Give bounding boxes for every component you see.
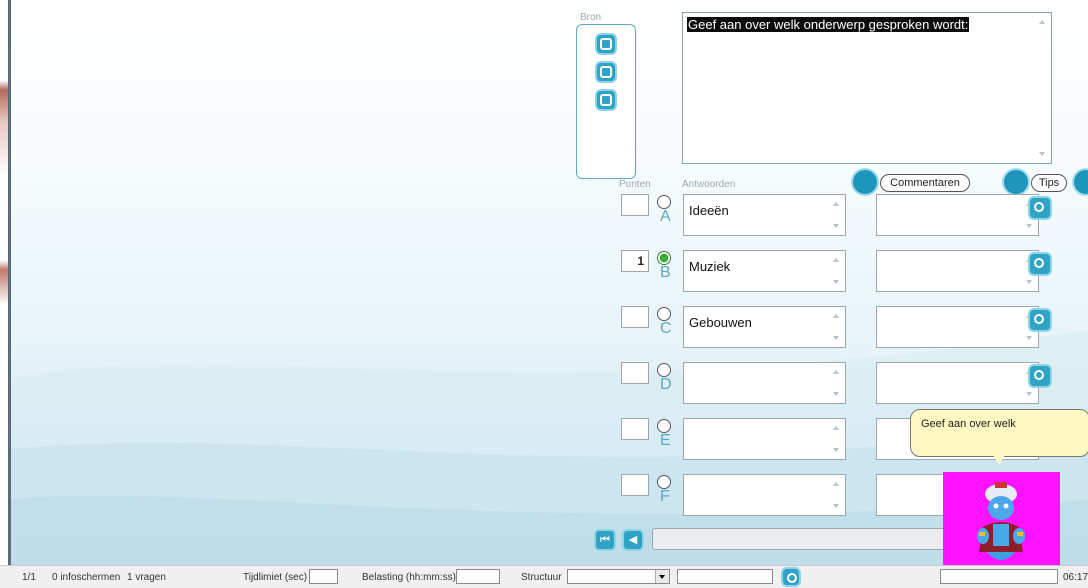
lightbulb-icon[interactable]: [1002, 168, 1030, 196]
answer-field[interactable]: [683, 418, 846, 460]
answer-scrollbar[interactable]: [830, 364, 844, 402]
left-edge-decoration: [0, 0, 8, 565]
assistant-speech-bubble: Geef aan over welk: [910, 409, 1088, 457]
infoscreens-count: 0 infoschermen: [52, 572, 121, 583]
time-limit-label: Tijdlimiet (sec): [243, 572, 308, 583]
antwoorden-label: Antwoorden: [682, 179, 736, 190]
answer-letter: D: [660, 376, 672, 393]
answer-field[interactable]: Gebouwen: [683, 306, 846, 348]
frame-icon[interactable]: [595, 89, 617, 111]
structure-select[interactable]: [567, 569, 670, 584]
answer-radio[interactable]: [657, 419, 671, 433]
bron-panel: [576, 24, 636, 179]
answer-field[interactable]: Ideeën: [683, 194, 846, 236]
answer-scrollbar[interactable]: [830, 308, 844, 346]
clock: 06:17: [1063, 572, 1088, 583]
answer-field[interactable]: [683, 474, 846, 516]
genie-icon: [977, 482, 1025, 560]
chevron-down-icon[interactable]: [655, 570, 669, 583]
answer-text: Muziek: [689, 259, 731, 274]
answer-field[interactable]: Muziek: [683, 250, 846, 292]
answer-scrollbar[interactable]: [830, 196, 844, 234]
commentaren-button[interactable]: Commentaren: [880, 174, 970, 192]
answer-radio[interactable]: [657, 363, 671, 377]
status-extra-field: [940, 569, 1058, 584]
answer-letter: B: [660, 264, 671, 281]
answer-text: Ideeën: [689, 203, 729, 218]
answer-radio[interactable]: [657, 307, 671, 321]
document-icon[interactable]: [595, 33, 617, 55]
comment-icon[interactable]: [851, 168, 879, 196]
prev-page-icon[interactable]: ◀: [622, 529, 644, 551]
status-bar: 1/1 0 infoschermen 1 vragen Tijdlimiet (…: [0, 565, 1088, 588]
image-icon[interactable]: [595, 61, 617, 83]
answer-scrollbar[interactable]: [830, 476, 844, 514]
comment-field[interactable]: [876, 362, 1039, 404]
points-input[interactable]: [621, 418, 649, 440]
question-textarea[interactable]: Geef aan over welk onderwerp gesproken w…: [682, 12, 1052, 164]
answer-radio[interactable]: [657, 251, 671, 265]
speech-bubble-tail: [993, 455, 1005, 465]
first-page-icon[interactable]: ⏮: [594, 529, 616, 551]
question-text: Geef aan over welk onderwerp gesproken w…: [687, 17, 970, 32]
genie-assistant[interactable]: [943, 472, 1060, 570]
answer-field[interactable]: [683, 362, 846, 404]
structure-label: Structuur: [521, 572, 562, 583]
answer-text: Gebouwen: [689, 315, 752, 330]
points-input[interactable]: [621, 194, 649, 216]
questions-count: 1 vragen: [127, 572, 166, 583]
question-scrollbar[interactable]: [1036, 14, 1050, 162]
edit-comment-icon[interactable]: [1028, 252, 1052, 276]
left-border: [8, 0, 11, 565]
load-input[interactable]: [456, 569, 500, 584]
load-label: Belasting (hh:mm:ss): [362, 572, 456, 583]
answer-radio[interactable]: [657, 475, 671, 489]
answer-scrollbar[interactable]: [830, 252, 844, 290]
answer-radio[interactable]: [657, 195, 671, 209]
progress-bar: [652, 528, 952, 550]
answer-letter: A: [660, 208, 671, 225]
edit-comment-icon[interactable]: [1028, 196, 1052, 220]
answer-letter: E: [660, 432, 671, 449]
page-indicator: 1/1: [22, 572, 36, 583]
bron-label: Bron: [580, 12, 602, 23]
answer-scrollbar[interactable]: [830, 420, 844, 458]
edit-comment-icon[interactable]: [1028, 308, 1052, 332]
comment-field[interactable]: [876, 306, 1039, 348]
structure-edit-icon[interactable]: [781, 567, 801, 587]
points-input[interactable]: 1: [621, 250, 649, 272]
points-input[interactable]: [621, 362, 649, 384]
answer-letter: C: [660, 320, 672, 337]
comment-field[interactable]: [876, 194, 1039, 236]
tips-button[interactable]: Tips: [1031, 174, 1067, 192]
structure-text-input[interactable]: [677, 569, 773, 584]
edit-comment-icon[interactable]: [1028, 364, 1052, 388]
punten-label: Punten: [619, 179, 651, 190]
refresh-icon[interactable]: [1072, 168, 1088, 196]
answer-letter: F: [660, 488, 670, 505]
points-input[interactable]: [621, 474, 649, 496]
comment-field[interactable]: [876, 250, 1039, 292]
time-limit-input[interactable]: [309, 569, 338, 584]
points-input[interactable]: [621, 306, 649, 328]
